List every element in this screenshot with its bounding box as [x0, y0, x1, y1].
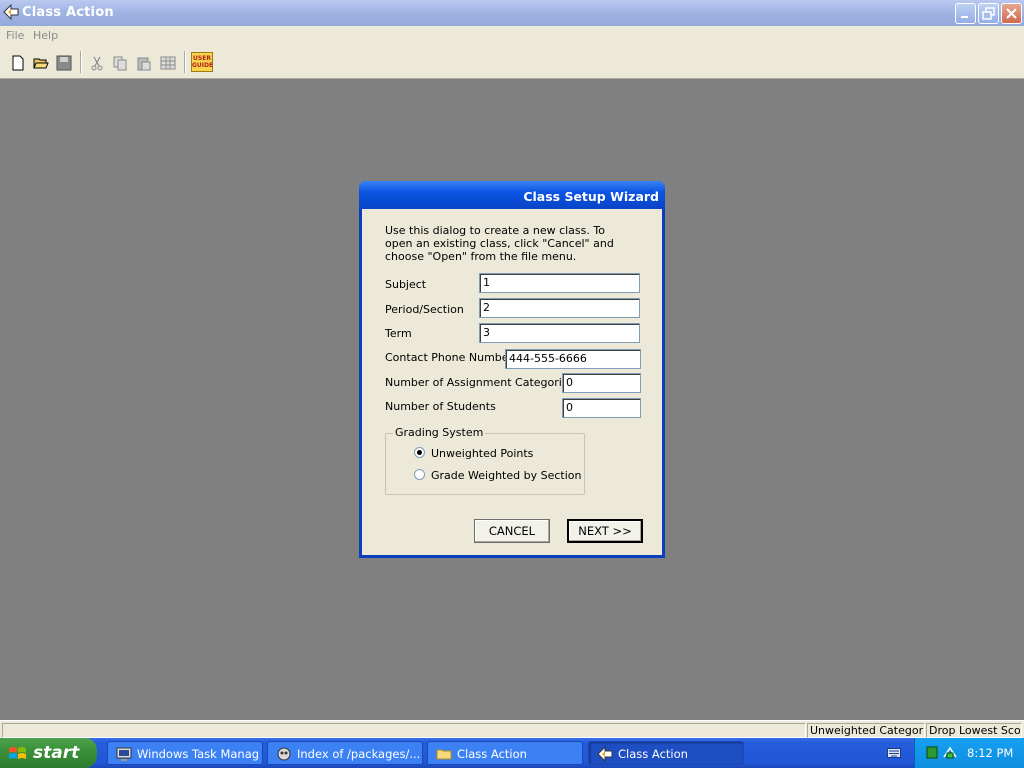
restore-icon: [982, 7, 995, 20]
radio-selected-dot: [417, 450, 422, 455]
next-button[interactable]: NEXT >>: [567, 519, 643, 543]
system-tray: 8:12 PM: [914, 738, 1024, 768]
minimize-button[interactable]: [955, 3, 976, 24]
term-field[interactable]: 3: [479, 323, 640, 343]
task-windows-task-manager[interactable]: Windows Task Manager: [107, 741, 263, 765]
browser-icon: [277, 747, 291, 761]
copy-icon: [113, 56, 127, 71]
table-button[interactable]: [157, 52, 179, 74]
assignment-categories-label: Number of Assignment Categories: [385, 376, 575, 389]
close-icon: [1006, 8, 1017, 19]
task-browser-index[interactable]: Index of /packages/...: [267, 741, 423, 765]
user-guide-line1: USER: [193, 55, 211, 62]
contact-phone-label: Contact Phone Number: [385, 351, 514, 364]
status-pane-categories: Unweighted Categories: [807, 723, 925, 738]
dialog-title-bar[interactable]: Class Setup Wizard: [359, 181, 665, 209]
unweighted-points-radio[interactable]: [414, 447, 425, 458]
grade-weighted-label[interactable]: Grade Weighted by Section: [431, 469, 581, 482]
open-button[interactable]: [30, 52, 52, 74]
unweighted-points-label[interactable]: Unweighted Points: [431, 447, 533, 460]
cancel-button[interactable]: CANCEL: [474, 519, 550, 543]
task-label: Class Action: [618, 747, 688, 761]
paste-icon: [137, 57, 151, 71]
windows-flag-icon: [9, 747, 26, 759]
subject-label: Subject: [385, 278, 427, 291]
copy-button[interactable]: [109, 52, 131, 74]
new-button[interactable]: [7, 52, 29, 74]
menu-bar: File Help: [0, 26, 1024, 46]
user-guide-line2: GUIDE: [192, 62, 214, 69]
menu-help[interactable]: Help: [33, 29, 58, 42]
keyboard-icon[interactable]: [887, 747, 901, 759]
menu-file[interactable]: File: [6, 29, 24, 42]
clock[interactable]: 8:12 PM: [967, 746, 1013, 760]
new-icon: [12, 55, 24, 71]
window-title: Class Action: [22, 5, 114, 20]
subject-field[interactable]: 1: [479, 273, 640, 293]
cut-button[interactable]: [86, 52, 108, 74]
close-button[interactable]: [1001, 3, 1022, 24]
grade-weighted-radio[interactable]: [414, 469, 425, 480]
dialog-intro-text: Use this dialog to create a new class. T…: [385, 224, 614, 263]
term-label: Term: [385, 327, 412, 340]
user-guide-button[interactable]: USER GUIDE: [191, 52, 213, 72]
task-class-action-app[interactable]: Class Action: [588, 741, 744, 765]
task-class-action-folder[interactable]: Class Action: [427, 741, 583, 765]
taskbar: start Windows Task Manager Index of /pac…: [0, 738, 1024, 768]
task-manager-icon: [116, 747, 132, 761]
dialog-title: Class Setup Wizard: [523, 189, 659, 204]
start-button[interactable]: start: [0, 738, 97, 768]
class-action-icon: [597, 746, 613, 762]
title-bar[interactable]: Class Action: [0, 0, 1024, 26]
start-label: start: [33, 743, 80, 763]
status-pane-main: [2, 723, 806, 738]
open-icon: [33, 58, 49, 69]
period-section-label: Period/Section: [385, 303, 464, 316]
number-of-students-field[interactable]: 0: [562, 398, 641, 418]
task-label: Index of /packages/...: [297, 747, 419, 761]
status-pane-drop-lowest: Drop Lowest Score: [926, 723, 1022, 738]
restore-button[interactable]: [978, 3, 999, 24]
assignment-categories-field[interactable]: 0: [562, 373, 641, 393]
contact-phone-field[interactable]: 444-555-6666: [505, 349, 641, 369]
toolbar: [0, 46, 1024, 79]
table-icon: [160, 56, 176, 70]
task-label: Windows Task Manager: [137, 747, 259, 761]
toolbar-separator: [184, 51, 186, 73]
grading-system-group: [385, 433, 585, 495]
cut-icon: [91, 56, 103, 71]
save-icon: [56, 55, 72, 71]
grading-system-legend: Grading System: [393, 426, 486, 439]
network-icon[interactable]: [942, 745, 958, 760]
class-action-icon: [3, 4, 19, 20]
toolbar-separator: [80, 51, 82, 73]
minimize-icon: [961, 16, 968, 18]
status-bar: Unweighted Categories Drop Lowest Score: [0, 720, 1024, 739]
task-label: Class Action: [457, 747, 527, 761]
save-button[interactable]: [53, 52, 75, 74]
number-of-students-label: Number of Students: [385, 400, 496, 413]
folder-icon: [436, 749, 452, 760]
green-square-icon[interactable]: [926, 746, 938, 759]
paste-button[interactable]: [133, 52, 155, 74]
period-section-field[interactable]: 2: [479, 298, 640, 318]
